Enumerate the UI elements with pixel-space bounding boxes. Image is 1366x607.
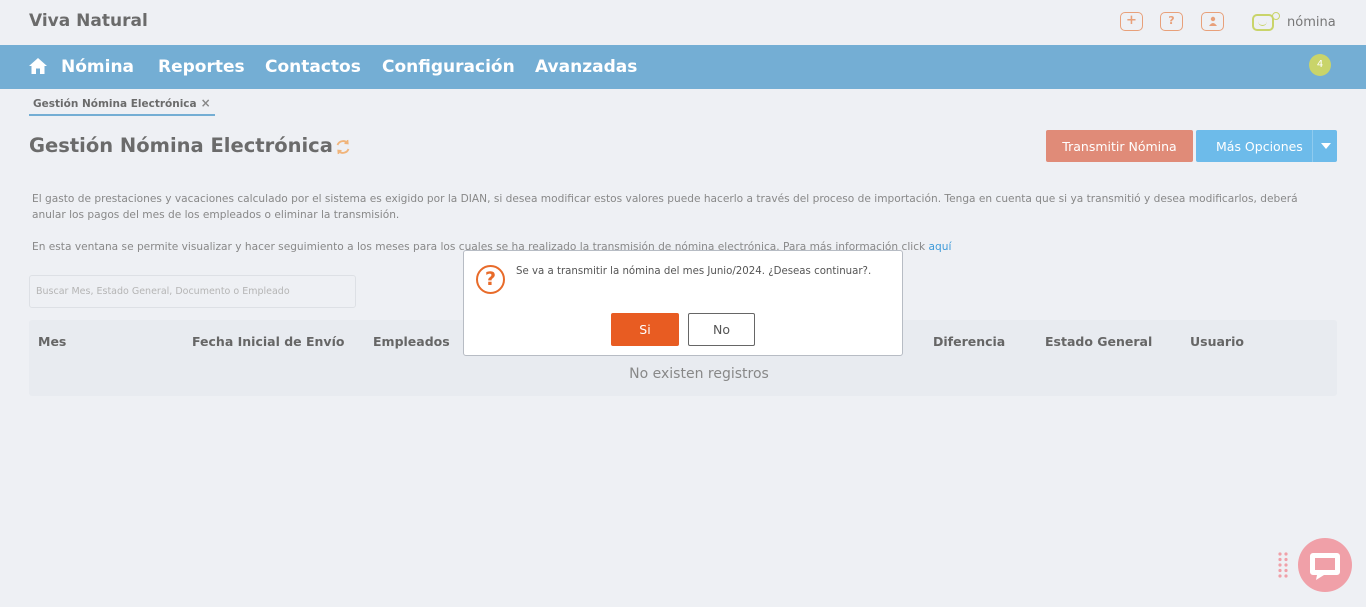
more-options-divider [1312, 130, 1313, 162]
logo-text: nómina [1287, 15, 1336, 30]
logo-dot-icon [1272, 12, 1280, 20]
user-icon[interactable] [1201, 12, 1224, 31]
nav-item-reportes[interactable]: Reportes [158, 57, 245, 77]
column-header-fecha-inicial[interactable]: Fecha Inicial de Envío [192, 334, 344, 349]
help-icon[interactable]: ? [1160, 12, 1183, 31]
chat-bubble-icon [1310, 553, 1340, 580]
drag-handle-icon[interactable] [1277, 551, 1289, 579]
empty-table-message: No existen registros [629, 366, 769, 382]
info-paragraph-1: El gasto de prestaciones y vacaciones ca… [32, 193, 1298, 221]
search-input[interactable] [29, 275, 356, 308]
column-header-estado-general[interactable]: Estado General [1045, 334, 1152, 349]
column-header-mes[interactable]: Mes [38, 334, 66, 349]
chat-button[interactable] [1298, 538, 1352, 592]
column-header-usuario[interactable]: Usuario [1190, 334, 1244, 349]
logo-icon [1252, 14, 1274, 31]
more-options-button[interactable]: Más Opciones [1196, 130, 1337, 162]
column-header-diferencia[interactable]: Diferencia [933, 334, 1005, 349]
main-navbar: Nómina Reportes Contactos Configuración … [0, 45, 1366, 89]
home-icon[interactable] [28, 56, 48, 76]
company-name: Viva Natural [29, 11, 148, 31]
confirm-dialog: ? Se va a transmitir la nómina del mes J… [463, 250, 903, 356]
refresh-icon[interactable] [334, 138, 352, 156]
notification-badge[interactable]: 4 [1309, 54, 1331, 76]
chevron-down-icon[interactable] [1321, 143, 1331, 149]
tab-close-icon[interactable]: × [201, 96, 211, 110]
page-title: Gestión Nómina Electrónica [29, 134, 333, 157]
top-bar: Viva Natural + ? nómina [0, 0, 1366, 45]
question-icon: ? [476, 265, 505, 294]
nav-item-contactos[interactable]: Contactos [265, 57, 361, 77]
transmit-payroll-button[interactable]: Transmitir Nómina [1046, 130, 1193, 162]
confirm-yes-button[interactable]: Si [611, 313, 679, 346]
tab-label: Gestión Nómina Electrónica [33, 98, 197, 110]
plus-icon[interactable]: + [1120, 12, 1143, 31]
more-options-label: Más Opciones [1216, 139, 1303, 154]
nav-item-avanzadas[interactable]: Avanzadas [535, 57, 637, 77]
confirm-message: Se va a transmitir la nómina del mes Jun… [516, 266, 872, 277]
confirm-no-button[interactable]: No [688, 313, 755, 346]
column-header-empleados[interactable]: Empleados [373, 334, 450, 349]
nav-item-configuracion[interactable]: Configuración [382, 57, 515, 77]
tab-gestion-nomina[interactable]: Gestión Nómina Electrónica × [29, 95, 215, 116]
nav-item-nomina[interactable]: Nómina [61, 57, 134, 77]
info-link[interactable]: aquí [929, 241, 952, 253]
